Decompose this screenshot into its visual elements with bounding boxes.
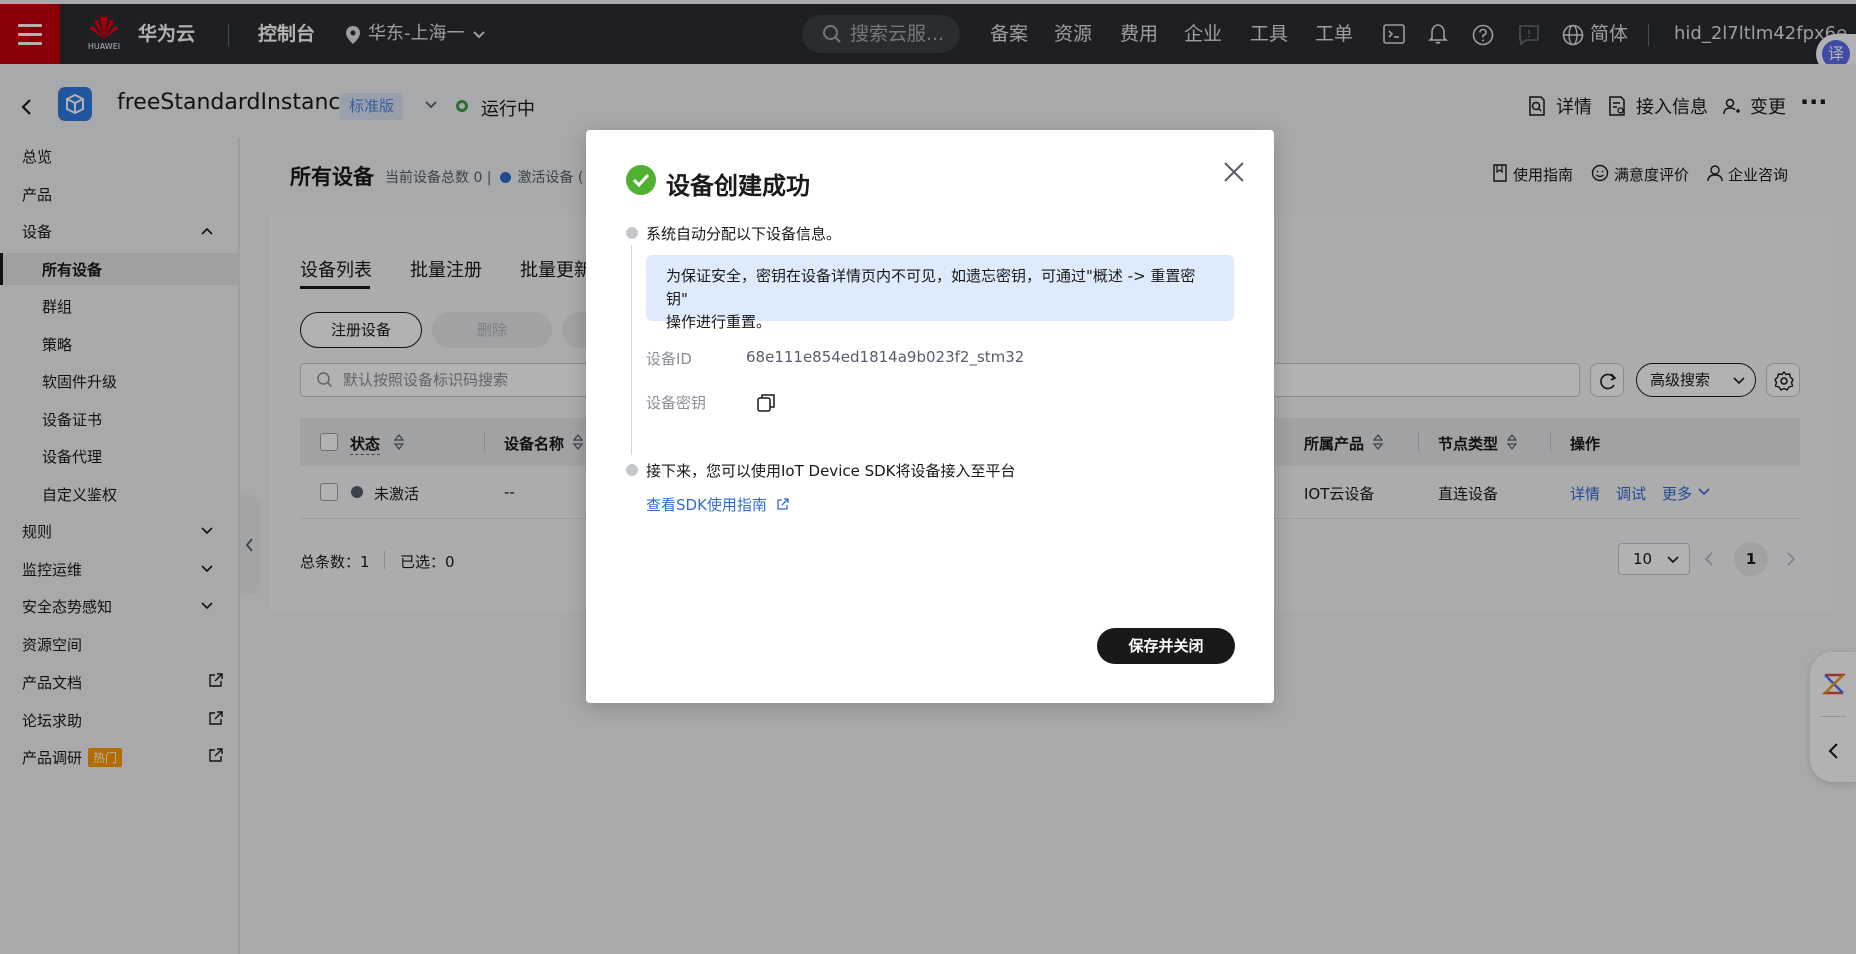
- copy-icon[interactable]: [756, 393, 776, 413]
- device-secret-label: 设备密钥: [646, 394, 707, 412]
- success-check-icon: [626, 165, 656, 195]
- device-id-value: 68e111e854ed1814a9b023f2_stm32: [746, 348, 1025, 366]
- security-notice-line-1: 为保证安全，密钥在设备详情页内不可见，如遗忘密钥，可通过"概述 -> 重置密钥": [666, 267, 1196, 308]
- external-link-icon: [777, 498, 789, 510]
- step-indicator: [626, 464, 638, 476]
- step-1-text: 系统自动分配以下设备信息。: [646, 225, 842, 243]
- step-connector: [631, 245, 632, 455]
- sdk-guide-link[interactable]: 查看SDK使用指南: [646, 494, 790, 515]
- security-notice: 为保证安全，密钥在设备详情页内不可见，如遗忘密钥，可通过"概述 -> 重置密钥"…: [646, 255, 1234, 331]
- dialog-title: 设备创建成功: [666, 172, 810, 200]
- security-notice-line-2: 操作进行重置。: [666, 313, 772, 331]
- device-id-label: 设备ID: [646, 350, 692, 368]
- step-indicator: [626, 227, 638, 239]
- step-2-text: 接下来，您可以使用IoT Device SDK将设备接入至平台: [646, 462, 1016, 480]
- save-and-close-button[interactable]: 保存并关闭: [1097, 628, 1235, 664]
- close-icon[interactable]: [1220, 158, 1248, 186]
- device-created-dialog: 设备创建成功 系统自动分配以下设备信息。 为保证安全，密钥在设备详情页内不可见，…: [586, 130, 1274, 703]
- sdk-guide-label: 查看SDK使用指南: [646, 496, 767, 514]
